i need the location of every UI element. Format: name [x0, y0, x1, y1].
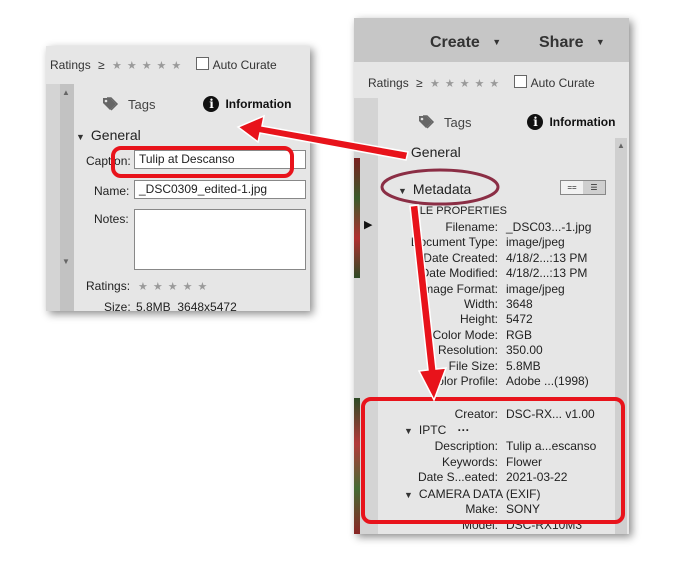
chevron-down-icon: ▼	[398, 186, 407, 196]
metadata-row: Color Mode: RGB	[354, 328, 614, 344]
metadata-key: Document Type:	[410, 235, 498, 250]
share-label: Share	[539, 34, 584, 51]
ratings-field-label: Ratings:	[86, 279, 131, 293]
metadata-value: image/jpeg	[506, 235, 565, 250]
metadata-value: 4/18/2...:13 PM	[506, 266, 588, 281]
general-section-header[interactable]: ▶ General	[398, 144, 461, 160]
tab-information-label: Information	[225, 97, 292, 111]
metadata-key: Filename:	[445, 220, 498, 234]
tab-tags-label: Tags	[444, 114, 472, 130]
full-view-icon: ☰	[583, 181, 605, 194]
metadata-key: Width:	[463, 297, 498, 311]
metadata-key: Date Modified:	[420, 266, 498, 281]
scroll-up-icon[interactable]: ▲	[617, 141, 625, 150]
tab-tags[interactable]: Tags	[102, 97, 155, 112]
metadata-row: Date Created: 4/18/2...:13 PM	[354, 251, 614, 267]
info-icon: i	[203, 96, 220, 112]
share-button[interactable]: Share ▼	[539, 34, 605, 52]
metadata-value: 3648	[506, 297, 533, 311]
auto-curate-checkbox[interactable]	[513, 75, 527, 88]
size-value: 5.8MB 3648x5472	[136, 300, 237, 311]
metadata-key: Image Format:	[419, 281, 498, 296]
ratings-operator: ≥	[98, 58, 105, 72]
rating-stars[interactable]: ★★★★★	[138, 280, 212, 293]
metadata-key: Resolution:	[437, 343, 498, 358]
tab-tags[interactable]: Tags	[418, 115, 471, 130]
chevron-down-icon: ▼	[76, 132, 85, 142]
metadata-section-header[interactable]: ▼ Metadata	[398, 181, 471, 197]
panel-tabs: Tags i Information	[102, 96, 291, 112]
metadata-row: Resolution: 350.00	[354, 343, 614, 359]
ratings-stars[interactable]: ★★★★★	[112, 60, 186, 72]
general-section-header[interactable]: ▼ General	[76, 127, 141, 143]
ratings-label: Ratings	[50, 58, 91, 72]
name-label: Name:	[94, 184, 130, 198]
tab-tags-label: Tags	[128, 96, 156, 112]
metadata-view-toggle[interactable]: == ☰	[560, 180, 606, 195]
general-label: General	[410, 144, 461, 160]
metadata-row: Date Modified: 4/18/2...:13 PM	[354, 266, 614, 282]
create-button[interactable]: Create ▼	[430, 34, 501, 52]
tag-icon	[419, 115, 435, 129]
ratings-operator: ≥	[416, 76, 423, 90]
size-label: Size:	[104, 300, 131, 311]
metadata-row: Color Profile: Adobe ...(1998)	[354, 374, 614, 390]
ratings-filter: Ratings ≥ ★★★★★ Auto Curate	[50, 57, 277, 72]
metadata-value: 5.8MB	[506, 358, 541, 373]
metadata-key: File Size:	[448, 358, 498, 373]
metadata-row: Image Format: image/jpeg	[354, 282, 614, 298]
notes-label: Notes:	[94, 212, 129, 226]
notes-textarea[interactable]	[134, 209, 306, 270]
tab-information-label: Information	[549, 115, 616, 129]
chevron-down-icon: ▼	[492, 37, 502, 47]
panel-tabs: Tags i Information	[418, 114, 615, 130]
metadata-value: Adobe ...(1998)	[506, 374, 589, 388]
caption-highlight-box	[111, 146, 294, 178]
auto-curate-label: Auto Curate	[530, 76, 595, 90]
metadata-key: Date Created:	[423, 250, 498, 265]
metadata-key: Color Mode:	[432, 327, 498, 342]
metadata-key: Height:	[459, 312, 498, 327]
organizer-left-panel: Ratings ≥ ★★★★★ Auto Curate ▲ ▼ Tags i I…	[46, 46, 310, 311]
metadata-label: Metadata	[412, 181, 472, 197]
metadata-highlight-box	[361, 397, 625, 524]
scroll-up-icon[interactable]: ▲	[62, 88, 70, 97]
tag-icon	[103, 97, 119, 111]
ratings-filter: Ratings ≥ ★★★★★ Auto Curate	[368, 75, 595, 90]
metadata-row: Filename: _DSC03...-1.jpg	[354, 220, 614, 236]
chevron-down-icon: ▼	[595, 37, 605, 47]
metadata-row: File Size: 5.8MB	[354, 359, 614, 375]
metadata-row: Document Type: image/jpeg	[354, 235, 614, 251]
metadata-value: 4/18/2...:13 PM	[506, 250, 588, 265]
tab-information[interactable]: i Information	[527, 114, 615, 130]
metadata-value: RGB	[506, 327, 533, 342]
metadata-value: 5472	[506, 312, 533, 327]
brief-view-icon: ==	[567, 183, 577, 192]
panel-gutter	[60, 84, 74, 311]
metadata-value: 350.00	[506, 343, 543, 358]
file-properties-header: FILE PROPERTIES	[410, 205, 507, 217]
metadata-key: Color Profile:	[428, 374, 498, 388]
auto-curate-label: Auto Curate	[212, 58, 277, 72]
scroll-down-icon[interactable]: ▼	[62, 257, 70, 266]
ratings-stars[interactable]: ★★★★★	[430, 78, 504, 90]
ratings-label: Ratings	[368, 76, 409, 90]
tab-information[interactable]: i Information	[203, 96, 291, 112]
metadata-value: image/jpeg	[506, 281, 565, 296]
metadata-value: _DSC03...-1.jpg	[506, 220, 592, 234]
metadata-row: Height: 5472	[354, 312, 614, 328]
chevron-right-icon: ▶	[398, 149, 405, 159]
auto-curate-checkbox[interactable]	[195, 57, 209, 70]
info-icon: i	[527, 114, 544, 130]
metadata-row: Width: 3648	[354, 297, 614, 313]
name-input[interactable]: _DSC0309_edited-1.jpg	[134, 180, 306, 199]
create-label: Create	[430, 34, 480, 51]
general-label: General	[90, 127, 141, 143]
organizer-right-panel: Create ▼ Share ▼ Ratings ≥ ★★★★★ Auto Cu…	[354, 18, 629, 534]
